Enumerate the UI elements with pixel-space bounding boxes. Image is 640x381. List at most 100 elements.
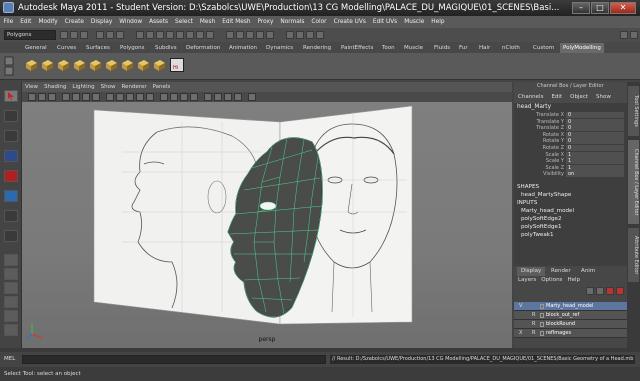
maya-app-icon[interactable] bbox=[3, 2, 14, 13]
save-scene-icon[interactable] bbox=[80, 31, 88, 39]
manipulator-tool-icon[interactable] bbox=[4, 210, 18, 222]
menu-file[interactable]: File bbox=[0, 16, 17, 28]
paint-select-tool-icon[interactable] bbox=[4, 130, 18, 142]
mask-deform-icon[interactable] bbox=[176, 31, 184, 39]
hypershade-layout-icon[interactable] bbox=[4, 324, 18, 336]
shelf-tab-deformation[interactable]: Deformation bbox=[183, 43, 223, 53]
menu-mesh[interactable]: Mesh bbox=[196, 16, 218, 28]
cube-icon[interactable] bbox=[88, 58, 102, 72]
layer-color-swatch[interactable] bbox=[540, 331, 544, 336]
camera-select-icon[interactable] bbox=[28, 93, 36, 101]
mask-render-icon[interactable] bbox=[196, 31, 204, 39]
select-hierarchy-icon[interactable] bbox=[96, 31, 104, 39]
graph-layout-icon[interactable] bbox=[4, 310, 18, 322]
perspective-viewport[interactable]: persp bbox=[22, 102, 512, 348]
layer-visibility-toggle[interactable]: V bbox=[519, 302, 522, 311]
wireframe-on-shaded-icon[interactable] bbox=[126, 93, 134, 101]
menu-select[interactable]: Select bbox=[172, 16, 197, 28]
textured-icon[interactable] bbox=[136, 93, 144, 101]
wireframe-icon[interactable] bbox=[106, 93, 114, 101]
four-view-layout-icon[interactable] bbox=[4, 268, 18, 280]
layer-move-down-icon[interactable] bbox=[596, 287, 604, 295]
attribute-value-field[interactable]: 0 bbox=[566, 138, 624, 145]
hq-render-icon[interactable] bbox=[204, 93, 212, 101]
layer-row[interactable]: X R refImages bbox=[514, 329, 627, 338]
isolate-select-icon[interactable] bbox=[170, 93, 178, 101]
menu-edit[interactable]: Edit bbox=[17, 16, 35, 28]
mask-handle-icon[interactable] bbox=[136, 31, 144, 39]
shelf-tab-rendering[interactable]: Rendering bbox=[300, 43, 334, 53]
shelf-tab-muscle[interactable]: Muscle bbox=[401, 43, 426, 53]
layer-color-swatch[interactable] bbox=[540, 322, 544, 327]
mask-joint-icon[interactable] bbox=[146, 31, 154, 39]
smooth-shade-icon[interactable] bbox=[116, 93, 124, 101]
snap-view-plane-icon[interactable] bbox=[256, 31, 264, 39]
cube-icon[interactable] bbox=[40, 58, 54, 72]
new-scene-icon[interactable] bbox=[60, 31, 68, 39]
layer-color-swatch[interactable] bbox=[540, 313, 544, 318]
menu-create[interactable]: Create bbox=[61, 16, 87, 28]
menu-modify[interactable]: Modify bbox=[35, 16, 61, 28]
panel-menu-renderer[interactable]: Renderer bbox=[118, 82, 149, 92]
show-attribute-editor-icon[interactable] bbox=[630, 31, 638, 39]
lasso-tool-icon[interactable] bbox=[4, 110, 18, 122]
menu-edit-uvs[interactable]: Edit UVs bbox=[369, 16, 400, 28]
cube-icon[interactable] bbox=[152, 58, 166, 72]
menu-assets[interactable]: Assets bbox=[146, 16, 172, 28]
hi-icon[interactable]: Hi bbox=[170, 58, 184, 72]
menu-set-dropdown[interactable]: Polygons bbox=[4, 30, 56, 40]
layer-row[interactable]: R block_out_ref bbox=[514, 311, 627, 320]
attribute-row[interactable]: Scale X1 bbox=[514, 151, 627, 159]
attribute-value-field[interactable]: 1 bbox=[566, 158, 624, 165]
shadows-icon[interactable] bbox=[160, 93, 168, 101]
shelf-tab-hair[interactable]: Hair bbox=[476, 43, 493, 53]
history-icon[interactable] bbox=[286, 31, 294, 39]
attribute-row[interactable]: Scale Y1 bbox=[514, 158, 627, 165]
attribute-value-field[interactable]: 0 bbox=[566, 125, 624, 132]
attribute-row[interactable]: Rotate X0 bbox=[514, 131, 627, 139]
shelf-tab-fur[interactable]: Fur bbox=[456, 43, 471, 53]
shelf-tab-painteffects[interactable]: PaintEffects bbox=[338, 43, 376, 53]
snap-grid-icon[interactable] bbox=[226, 31, 234, 39]
new-layer-icon[interactable] bbox=[606, 287, 614, 295]
shape-node[interactable]: head_MartyShape bbox=[514, 191, 627, 199]
layer-menu-help[interactable]: Help bbox=[567, 276, 580, 285]
attribute-row[interactable]: Scale Z1 bbox=[514, 164, 627, 172]
attribute-value-field[interactable]: on bbox=[566, 171, 624, 178]
layer-menu-layers[interactable]: Layers bbox=[518, 276, 536, 285]
xray-joints-icon[interactable] bbox=[190, 93, 198, 101]
input-node[interactable]: polyTweak1 bbox=[514, 231, 627, 239]
rotate-tool-icon[interactable] bbox=[4, 170, 18, 182]
menu-help[interactable]: Help bbox=[428, 16, 448, 28]
layer-tab-render[interactable]: Render bbox=[547, 267, 575, 276]
layer-move-up-icon[interactable] bbox=[586, 287, 594, 295]
mask-misc-icon[interactable] bbox=[206, 31, 214, 39]
channel-box-menu-show[interactable]: Show bbox=[596, 91, 611, 103]
menu-muscle[interactable]: Muscle bbox=[401, 16, 428, 28]
menu-normals[interactable]: Normals bbox=[277, 16, 308, 28]
tool-settings-tab[interactable]: Tool Settings bbox=[628, 86, 639, 136]
shelf-tab-subdivs[interactable]: Subdivs bbox=[152, 43, 180, 53]
shelf-tab-general[interactable]: General bbox=[22, 43, 50, 53]
shelf-tab-toon[interactable]: Toon bbox=[379, 43, 398, 53]
snap-point-icon[interactable] bbox=[246, 31, 254, 39]
script-language-toggle[interactable]: MEL bbox=[4, 355, 15, 364]
render-current-frame-icon[interactable] bbox=[296, 31, 304, 39]
shelf-tab-ncloth[interactable]: nCloth bbox=[499, 43, 523, 53]
motion-blur-icon[interactable] bbox=[224, 93, 232, 101]
panel-menu-view[interactable]: View bbox=[22, 82, 41, 92]
select-component-icon[interactable] bbox=[116, 31, 124, 39]
attribute-row[interactable]: Rotate Y0 bbox=[514, 138, 627, 145]
resolution-gate-icon[interactable] bbox=[92, 93, 100, 101]
select-object-icon[interactable] bbox=[106, 31, 114, 39]
outliner-layout-icon[interactable] bbox=[4, 296, 18, 308]
camera-attributes-icon[interactable] bbox=[38, 93, 46, 101]
shelf-tab-surfaces[interactable]: Surfaces bbox=[83, 43, 113, 53]
panel-menu-lighting[interactable]: Lighting bbox=[69, 82, 97, 92]
two-view-layout-icon[interactable] bbox=[4, 282, 18, 294]
panel-menu-panels[interactable]: Panels bbox=[150, 82, 174, 92]
select-tool-icon[interactable] bbox=[4, 90, 18, 102]
image-plane-icon[interactable] bbox=[62, 93, 70, 101]
attribute-value-field[interactable]: 0 bbox=[566, 118, 624, 125]
attribute-value-field[interactable]: 1 bbox=[566, 164, 624, 171]
